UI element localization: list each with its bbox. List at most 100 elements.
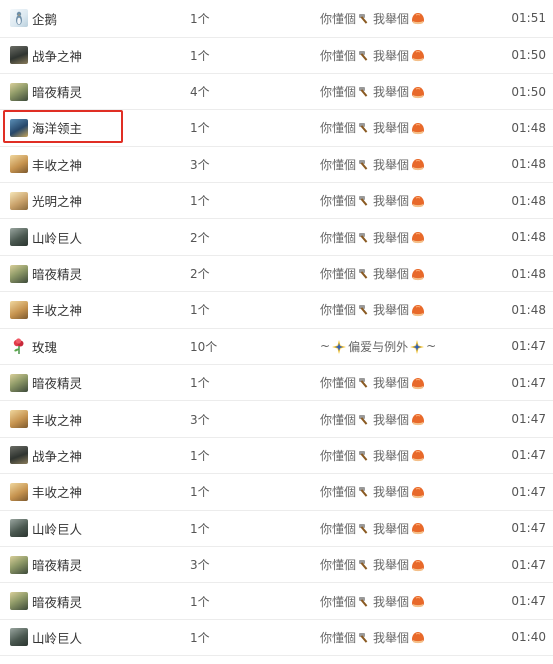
sender-name-part: 你懂個 [320, 521, 357, 536]
sender-name-part: 你懂個 [320, 594, 357, 609]
gift-record-row: 暗夜精灵 1个 你懂個 我舉個 01:47 [0, 365, 553, 402]
gift-record-row: 丰收之神 3个 你懂個 我舉個 01:47 [0, 401, 553, 438]
mountain-giant-icon [10, 519, 28, 538]
chestnut-icon [409, 48, 425, 62]
gift-name: 战争之神 [32, 48, 83, 64]
gift-time: 01:47 [511, 521, 546, 536]
chestnut-icon [409, 485, 425, 499]
gift-name: 丰收之神 [32, 412, 83, 428]
hammer-icon [356, 230, 373, 244]
hammer-icon [356, 558, 373, 572]
gift-name: 丰收之神 [32, 157, 83, 173]
gift-count: 2个 [190, 230, 210, 245]
gift-count: 1个 [190, 194, 210, 209]
gift-count: 1个 [190, 121, 210, 136]
hammer-icon [356, 448, 373, 462]
gift-cell: 战争之神 [10, 38, 82, 73]
gift-record-row: 暗夜精灵 4个 你懂個 我舉個 01:50 [0, 74, 553, 111]
hammer-icon [356, 157, 373, 171]
chestnut-icon [409, 230, 425, 244]
gift-cell: 丰收之神 [10, 292, 82, 327]
gift-record-row: 山岭巨人 1个 你懂個 我舉個 01:47 [0, 511, 553, 547]
sender-name-part: 我舉個 [373, 448, 410, 463]
hammer-icon [356, 594, 373, 608]
gift-cell: 暗夜精灵 [10, 583, 82, 618]
gift-record-row: 山岭巨人 2个 你懂個 我舉個 01:48 [0, 219, 553, 256]
gift-count: 1个 [190, 303, 210, 318]
gift-record-row: 丰收之神 1个 你懂個 我舉個 01:48 [0, 292, 553, 329]
gift-count: 3个 [190, 412, 210, 427]
hammer-icon [356, 412, 373, 426]
gift-name: 山岭巨人 [32, 230, 83, 246]
gift-name: 暗夜精灵 [32, 558, 83, 574]
night-elf-icon [10, 592, 28, 611]
sender-name-part: 我舉個 [373, 521, 410, 536]
sender-name-part: 你懂個 [320, 230, 357, 245]
gift-count: 4个 [190, 85, 210, 100]
gift-time: 01:47 [511, 484, 546, 499]
sender-name-part: 我舉個 [373, 630, 410, 645]
gift-time: 01:50 [511, 48, 546, 63]
gift-record-row: 战争之神 1个 你懂個 我舉個 01:47 [0, 438, 553, 475]
sender-name-part: 你懂個 [320, 630, 357, 645]
sender-name: 你懂個 我舉個 [320, 183, 425, 218]
hammer-icon [356, 485, 373, 499]
gift-count: 1个 [190, 485, 210, 500]
chestnut-icon [409, 521, 425, 535]
sender-name: 你懂個 我舉個 [320, 292, 425, 327]
sender-name-part: 你懂個 [320, 303, 357, 318]
sender-name: 你懂個 我舉個 [320, 74, 425, 109]
sender-name: 你懂個 我舉個 [320, 147, 425, 182]
sender-name-part: 我舉個 [373, 121, 410, 136]
gift-cell: 丰收之神 [10, 474, 82, 509]
sender-name: ~ 偏爱与例外 ~ [320, 329, 436, 364]
sender-name-part: 你懂個 [320, 448, 357, 463]
gift-count: 1个 [190, 521, 210, 536]
gift-count: 10个 [190, 339, 218, 354]
gift-count: 1个 [190, 376, 210, 391]
chestnut-icon [409, 267, 425, 281]
gift-name: 暗夜精灵 [32, 267, 83, 283]
sender-name-part: 我舉個 [373, 157, 410, 172]
gift-count: 1个 [190, 48, 210, 63]
harvest-god-icon [10, 300, 28, 319]
gift-time: 01:47 [511, 375, 546, 390]
hammer-icon [356, 85, 373, 99]
sender-name: 你懂個 我舉個 [320, 620, 425, 655]
hammer-icon [356, 630, 373, 644]
sender-name: 你懂個 我舉個 [320, 401, 425, 436]
gift-cell: 暗夜精灵 [10, 256, 82, 291]
hammer-icon [356, 303, 373, 317]
night-elf-icon [10, 373, 28, 392]
highlight-box [3, 110, 123, 143]
gift-count: 2个 [190, 267, 210, 282]
gift-cell: 企鹅 [10, 0, 57, 37]
gift-time: 01:48 [511, 230, 546, 245]
hammer-icon [356, 194, 373, 208]
sender-name-part: 我舉個 [373, 558, 410, 573]
night-elf-icon [10, 264, 28, 283]
gift-name: 丰收之神 [32, 303, 83, 319]
sender-name-part: 你懂個 [320, 485, 357, 500]
sender-name-part: 你懂個 [320, 412, 357, 427]
hammer-icon [356, 121, 373, 135]
gift-time: 01:40 [511, 630, 546, 645]
chestnut-icon [409, 448, 425, 462]
sender-name: 你懂個 我舉個 [320, 511, 425, 546]
harvest-god-icon [10, 482, 28, 501]
gift-name: 战争之神 [32, 448, 83, 464]
gift-time: 01:48 [511, 120, 546, 135]
rose-icon [10, 337, 28, 356]
gift-time: 01:48 [511, 302, 546, 317]
harvest-god-icon [10, 410, 28, 429]
gift-cell: 山岭巨人 [10, 219, 82, 254]
hammer-icon [356, 11, 373, 25]
sparkle-icon [330, 339, 348, 354]
sender-name: 你懂個 我舉個 [320, 219, 425, 254]
night-elf-icon [10, 555, 28, 574]
chestnut-icon [409, 594, 425, 608]
gift-name: 山岭巨人 [32, 521, 83, 537]
sender-name: 你懂個 我舉個 [320, 256, 425, 291]
chestnut-icon [409, 11, 425, 25]
chestnut-icon [409, 85, 425, 99]
